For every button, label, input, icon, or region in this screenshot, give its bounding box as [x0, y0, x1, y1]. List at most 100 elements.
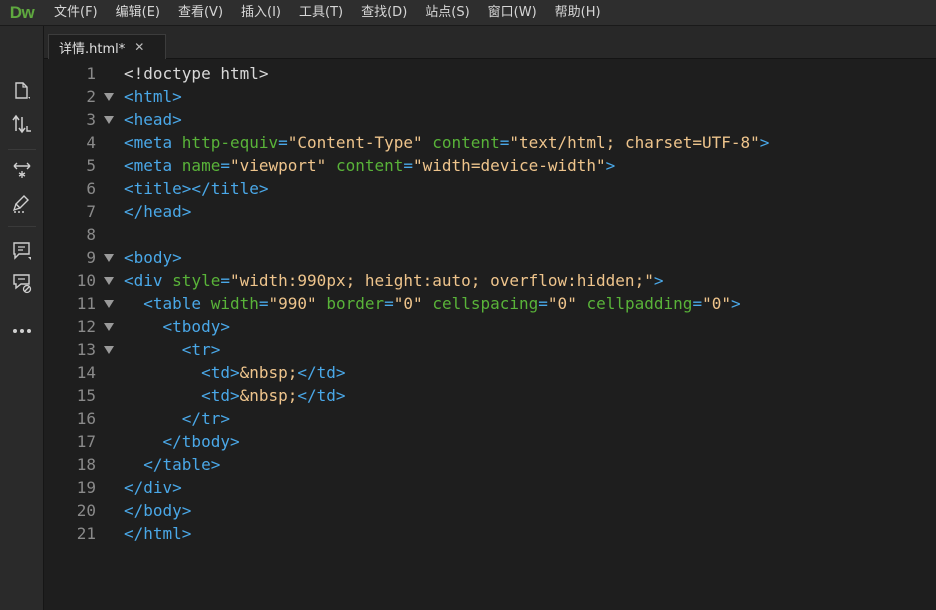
code-line[interactable]: 20 </body> — [44, 499, 936, 522]
line-number: 19 — [76, 478, 96, 497]
code-token: </table> — [124, 455, 221, 474]
menu-window[interactable]: 窗口(W) — [480, 0, 545, 26]
code-token: <td> — [124, 363, 240, 382]
code-line[interactable]: 11 <table width="990" border="0" cellspa… — [44, 292, 936, 315]
code-token: <head> — [124, 110, 182, 129]
code-line[interactable]: 12 <tbody> — [44, 315, 936, 338]
fold-triangle-icon[interactable] — [104, 315, 114, 338]
menu-edit[interactable]: 编辑(E) — [108, 0, 168, 26]
code-line[interactable]: 10 <div style="width:990px; height:auto; … — [44, 269, 936, 292]
code-line[interactable]: 9 <body> — [44, 246, 936, 269]
code-line[interactable]: 14 <td>&nbsp;</td> — [44, 361, 936, 384]
line-number: 10 — [76, 271, 96, 290]
code-token: > — [653, 271, 664, 290]
code-line[interactable]: 16 </tr> — [44, 407, 936, 430]
fold-triangle-icon[interactable] — [104, 108, 114, 131]
code-token: = — [538, 294, 548, 313]
code-token: border — [326, 294, 385, 313]
code-token: "0" — [702, 294, 731, 313]
code-text: </head> — [124, 200, 191, 223]
code-line[interactable]: 19 </div> — [44, 476, 936, 499]
code-token: </td> — [297, 363, 346, 382]
line-number: 17 — [76, 432, 96, 451]
code-token: <tr> — [124, 340, 221, 359]
code-text: </div> — [124, 476, 182, 499]
code-token: "Content-Type" — [287, 133, 423, 152]
code-line[interactable]: 8 — [44, 223, 936, 246]
code-token: &nbsp; — [239, 363, 298, 382]
code-text: <html> — [124, 85, 182, 108]
line-number: 21 — [76, 524, 96, 543]
code-token: > — [759, 133, 770, 152]
open-documents-icon[interactable] — [8, 78, 36, 104]
fold-triangle-icon[interactable] — [104, 338, 114, 361]
code-text: <tbody> — [124, 315, 230, 338]
code-text: </tr> — [124, 407, 230, 430]
code-token: "0" — [547, 294, 577, 313]
code-token: = — [499, 133, 510, 152]
file-management-icon[interactable] — [8, 111, 36, 137]
menu-view[interactable]: 查看(V) — [170, 0, 231, 26]
menu-help[interactable]: 帮助(H) — [547, 0, 609, 26]
code-token: <table — [124, 294, 211, 313]
code-text: <head> — [124, 108, 182, 131]
menu-find[interactable]: 查找(D) — [353, 0, 415, 26]
code-line[interactable]: 3 <head> — [44, 108, 936, 131]
code-text: <td>&nbsp;</td> — [124, 361, 346, 384]
menu-file[interactable]: 文件(F) — [46, 0, 106, 26]
fold-triangle-icon[interactable] — [104, 85, 114, 108]
apply-comment-icon[interactable] — [8, 238, 36, 264]
code-line[interactable]: 4 <meta http-equiv="Content-Type" content… — [44, 131, 936, 154]
line-number: 11 — [76, 294, 96, 313]
expand-all-icon[interactable] — [8, 156, 36, 182]
code-token: = — [220, 156, 230, 175]
code-text: <div style="width:990px; height:auto; ov… — [124, 269, 663, 292]
code-line[interactable]: 13 <tr> — [44, 338, 936, 361]
code-text: <table width="990" border="0" cellspacin… — [124, 292, 740, 315]
menu-insert[interactable]: 插入(I) — [233, 0, 289, 26]
code-token: </td> — [297, 386, 346, 405]
code-token: = — [692, 294, 703, 313]
code-line[interactable]: 7 </head> — [44, 200, 936, 223]
code-token: content — [432, 133, 500, 152]
line-number: 4 — [86, 133, 96, 152]
code-line[interactable]: 21 </html> — [44, 522, 936, 545]
code-text: <title></title> — [124, 177, 269, 200]
code-line[interactable]: 2 <html> — [44, 85, 936, 108]
fold-triangle-icon[interactable] — [104, 292, 114, 315]
code-editor[interactable]: 1 <!doctype html> 2 <html> 3 <head> 4 <meta htt… — [44, 60, 936, 610]
menu-site[interactable]: 站点(S) — [417, 0, 477, 26]
line-number: 15 — [76, 386, 96, 405]
code-line[interactable]: 18 </table> — [44, 453, 936, 476]
code-line[interactable]: 17 </tbody> — [44, 430, 936, 453]
code-line[interactable]: 5 <meta name="viewport" content="width=de… — [44, 154, 936, 177]
tab-document[interactable]: 详情.html* ✕ — [48, 34, 166, 59]
code-text: <body> — [124, 246, 182, 269]
code-token: <!doctype html> — [124, 64, 269, 83]
code-token: = — [278, 133, 288, 152]
code-line[interactable]: 6 <title></title> — [44, 177, 936, 200]
menu-tools[interactable]: 工具(T) — [291, 0, 351, 26]
code-token: <td> — [124, 386, 240, 405]
code-text: <!doctype html> — [124, 62, 269, 85]
code-text: <meta name="viewport" content="width=dev… — [124, 154, 615, 177]
more-options-icon[interactable] — [8, 318, 36, 344]
fold-triangle-icon[interactable] — [104, 269, 114, 292]
code-token: "990" — [268, 294, 317, 313]
code-line[interactable]: 1 <!doctype html> — [44, 62, 936, 85]
format-source-icon[interactable] — [8, 191, 36, 217]
fold-triangle-icon[interactable] — [104, 246, 114, 269]
code-line[interactable]: 15 <td>&nbsp;</td> — [44, 384, 936, 407]
line-number: 13 — [76, 340, 96, 359]
remove-comment-icon[interactable] — [8, 270, 36, 296]
code-token: </body> — [124, 501, 192, 520]
close-icon[interactable]: ✕ — [134, 41, 144, 53]
line-number: 7 — [86, 202, 96, 221]
coding-toolbar — [0, 26, 44, 610]
line-number: 5 — [86, 156, 96, 175]
code-token: </div> — [124, 478, 182, 497]
app-logo: Dw — [9, 2, 35, 22]
